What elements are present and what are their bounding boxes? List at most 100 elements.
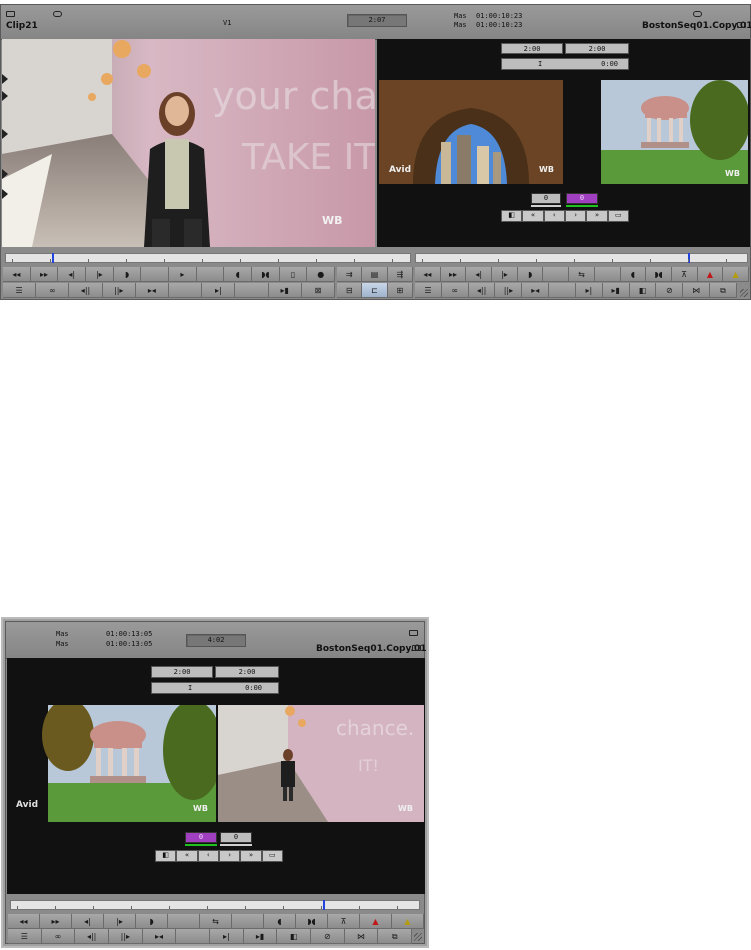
trim-outgoing-frame[interactable]: Avid WB [379,80,563,184]
record-tc-label-1[interactable]: Mas [454,12,467,20]
bottom-row2-button-4[interactable]: ||▸ [109,929,143,944]
source-track-icon[interactable] [53,11,62,17]
top-trim-button-2[interactable]: « [522,210,544,222]
bottom-row1-button-10[interactable]: ◗◖ [296,914,328,929]
bottom-trim-left-value[interactable]: 2:00 [151,666,213,678]
bottom-row1-button-11[interactable]: ⊼ [328,914,360,929]
bottom-row2-button-5[interactable]: ▸◂ [142,929,177,944]
source-row2-button-1[interactable]: ☰ [3,283,37,298]
bottom-menu-icon[interactable] [409,630,418,636]
record-row2-button-6[interactable] [549,283,576,298]
bottom-row1-button-3[interactable]: ◂| [72,914,104,929]
bottom-row1-button-7[interactable]: ⇆ [200,914,232,929]
source-monitor-image[interactable]: your chance. TAKE IT! WB [2,39,375,247]
source-row1-button-6[interactable] [141,267,170,282]
bottom-trim-button-3[interactable]: ‹ [197,850,219,862]
bottom-counter-a[interactable]: 0 [185,832,217,843]
bottom-track-icon[interactable] [412,645,421,651]
trim-offset-bar[interactable]: I 0:00 [501,58,629,70]
source-row2-button-5[interactable]: ▸◂ [135,283,170,298]
center-duration-display[interactable]: 2:07 [347,14,407,27]
record-row2-button-12[interactable]: ⧉ [710,283,737,298]
source-row1-button-7[interactable]: ▸ [169,267,197,282]
source-row1-button-10[interactable]: ◗◖ [252,267,280,282]
record-row2-button-8[interactable]: ▸▮ [602,283,630,298]
record-row2-button-1[interactable]: ☰ [415,283,442,298]
bottom-trim-button-2[interactable]: « [176,850,198,862]
source-row2-button-2[interactable]: ∞ [36,283,70,298]
bottom-position-bar[interactable] [10,900,420,910]
record-row1-button-9[interactable]: ◖ [620,267,647,282]
trim-left-value[interactable]: 2:00 [501,43,563,54]
source-row1-button-3[interactable]: ◂| [58,267,87,282]
bottom-window-resize-handle[interactable] [414,933,422,941]
source-position-bar[interactable] [5,253,411,263]
edit-row1-button-3[interactable]: ⇶ [387,267,413,282]
record-row1-button-8[interactable] [594,267,621,282]
edit-row2-button-1[interactable]: ⊟ [337,283,363,298]
record-row1-button-1[interactable]: ◂◂ [415,267,441,282]
bottom-row1-button-6[interactable] [168,914,200,929]
source-row1-button-8[interactable] [196,267,225,282]
bottom-row2-button-12[interactable]: ⧉ [378,929,413,944]
top-trim-button-3[interactable]: ‹ [543,210,565,222]
bottom-row2-button-1[interactable]: ☰ [8,929,42,944]
bottom-row1-button-5[interactable]: ◗ [136,914,168,929]
trim-counter-a[interactable]: 0 [531,193,561,204]
source-row1-button-2[interactable]: ▸▸ [30,267,59,282]
bottom-row2-button-6[interactable] [176,929,211,944]
trim-counter-b[interactable]: 0 [566,193,598,204]
record-row2-button-3[interactable]: ◂|| [468,283,496,298]
source-playhead[interactable] [52,253,54,263]
bottom-duration-display[interactable]: 4:02 [186,634,246,647]
bottom-row2-button-3[interactable]: ◂|| [75,929,110,944]
record-position-bar[interactable] [415,253,748,263]
source-row1-button-4[interactable]: |▸ [86,267,114,282]
trim-right-value[interactable]: 2:00 [565,43,629,54]
source-row1-button-9[interactable]: ◖ [224,267,253,282]
bottom-row1-button-8[interactable] [232,914,264,929]
top-trim-button-6[interactable]: ▭ [607,210,629,222]
edit-row1-button-2[interactable]: ▤ [362,267,388,282]
record-row2-button-10[interactable]: ⊘ [656,283,684,298]
bottom-trim-button-6[interactable]: ▭ [261,850,283,862]
source-clip-title[interactable]: Clip21 [6,21,38,31]
bottom-row2-button-9[interactable]: ◧ [277,929,312,944]
edit-row1-button-1[interactable]: ⇉ [337,267,363,282]
record-row1-button-4[interactable]: |▸ [492,267,518,282]
bottom-row2-button-8[interactable]: ▸▮ [243,929,278,944]
bottom-trim-button-5[interactable]: » [240,850,262,862]
top-trim-button-5[interactable]: » [586,210,608,222]
top-trim-button-1[interactable]: ◧ [501,210,523,222]
record-row2-button-5[interactable]: ▸◂ [522,283,550,298]
source-row2-button-10[interactable]: ⊠ [301,283,336,298]
record-row2-button-11[interactable]: ⋈ [683,283,711,298]
record-row2-button-7[interactable]: ▸| [575,283,603,298]
source-row2-button-8[interactable] [235,283,269,298]
record-row1-button-3[interactable]: ◂| [466,267,493,282]
source-row1-button-11[interactable]: ▯ [279,267,308,282]
source-row1-button-12[interactable]: ● [307,267,336,282]
source-row2-button-6[interactable] [169,283,203,298]
bottom-counter-b[interactable]: 0 [220,832,252,843]
source-row2-button-9[interactable]: ▸▮ [268,283,302,298]
source-row2-button-7[interactable]: ▸| [202,283,236,298]
source-row1-button-5[interactable]: ◗ [113,267,142,282]
bottom-row2-button-2[interactable]: ∞ [41,929,76,944]
bottom-row1-button-13[interactable]: ▲ [392,914,424,929]
record-row1-button-6[interactable] [543,267,570,282]
record-sequence-title[interactable]: BostonSeq01.Copy.01 [642,21,751,31]
record-row1-button-12[interactable]: ▲ [697,267,724,282]
record-row1-button-13[interactable]: ▲ [723,267,749,282]
trim-incoming-frame[interactable]: WB [565,80,748,184]
source-row2-button-3[interactable]: ◂|| [69,283,103,298]
record-row1-button-11[interactable]: ⊼ [671,267,698,282]
edit-row2-button-2[interactable]: ⊏ [362,283,388,298]
record-track-icon[interactable] [693,11,702,17]
source-row2-button-4[interactable]: ||▸ [102,283,136,298]
record-row2-button-2[interactable]: ∞ [441,283,469,298]
source-row1-button-1[interactable]: ◂◂ [3,267,31,282]
bottom-playhead[interactable] [323,900,325,910]
record-row1-button-2[interactable]: ▸▸ [440,267,467,282]
bottom-row1-button-12[interactable]: ▲ [360,914,392,929]
